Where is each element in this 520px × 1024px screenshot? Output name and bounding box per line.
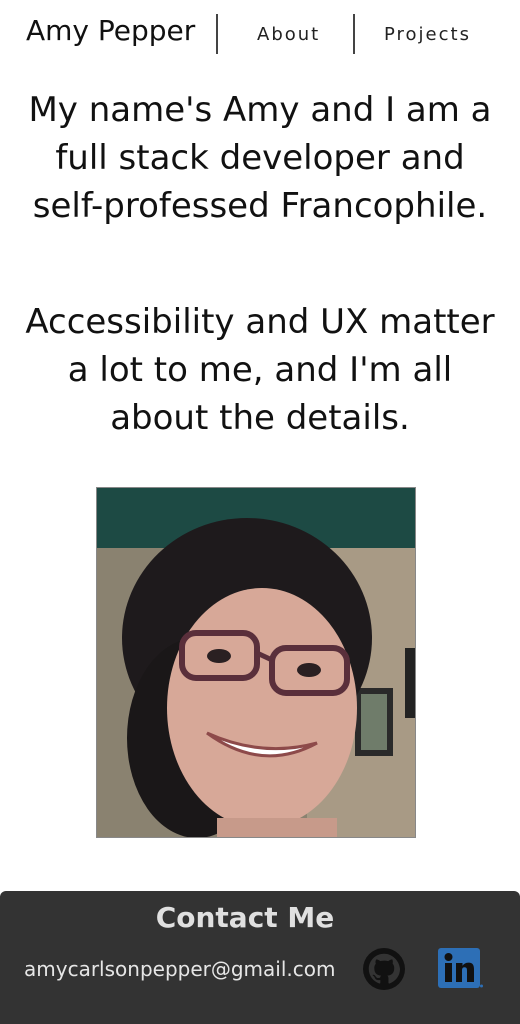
- nav-projects-link[interactable]: Projects: [384, 24, 471, 45]
- contact-title: Contact Me: [155, 901, 335, 934]
- nav-about-link[interactable]: About: [257, 24, 320, 45]
- linkedin-icon[interactable]: [438, 948, 484, 990]
- intro-text-secondary: Accessibility and UX matter a lot to me,…: [25, 302, 495, 438]
- brand-link[interactable]: Amy Pepper: [26, 14, 195, 47]
- intro-text: My name's Amy and I am a full stack deve…: [28, 90, 492, 226]
- profile-photo: [96, 487, 416, 838]
- nav-divider: [353, 14, 355, 54]
- site-header: Amy Pepper About Projects: [0, 0, 520, 70]
- page: Amy Pepper About Projects My name's Amy …: [0, 0, 520, 1024]
- contact-footer: Contact Me amycarlsonpepper@gmail.com: [0, 891, 520, 1024]
- email-link[interactable]: amycarlsonpepper@gmail.com: [24, 957, 335, 981]
- github-icon[interactable]: [363, 948, 405, 990]
- nav-divider: [216, 14, 218, 54]
